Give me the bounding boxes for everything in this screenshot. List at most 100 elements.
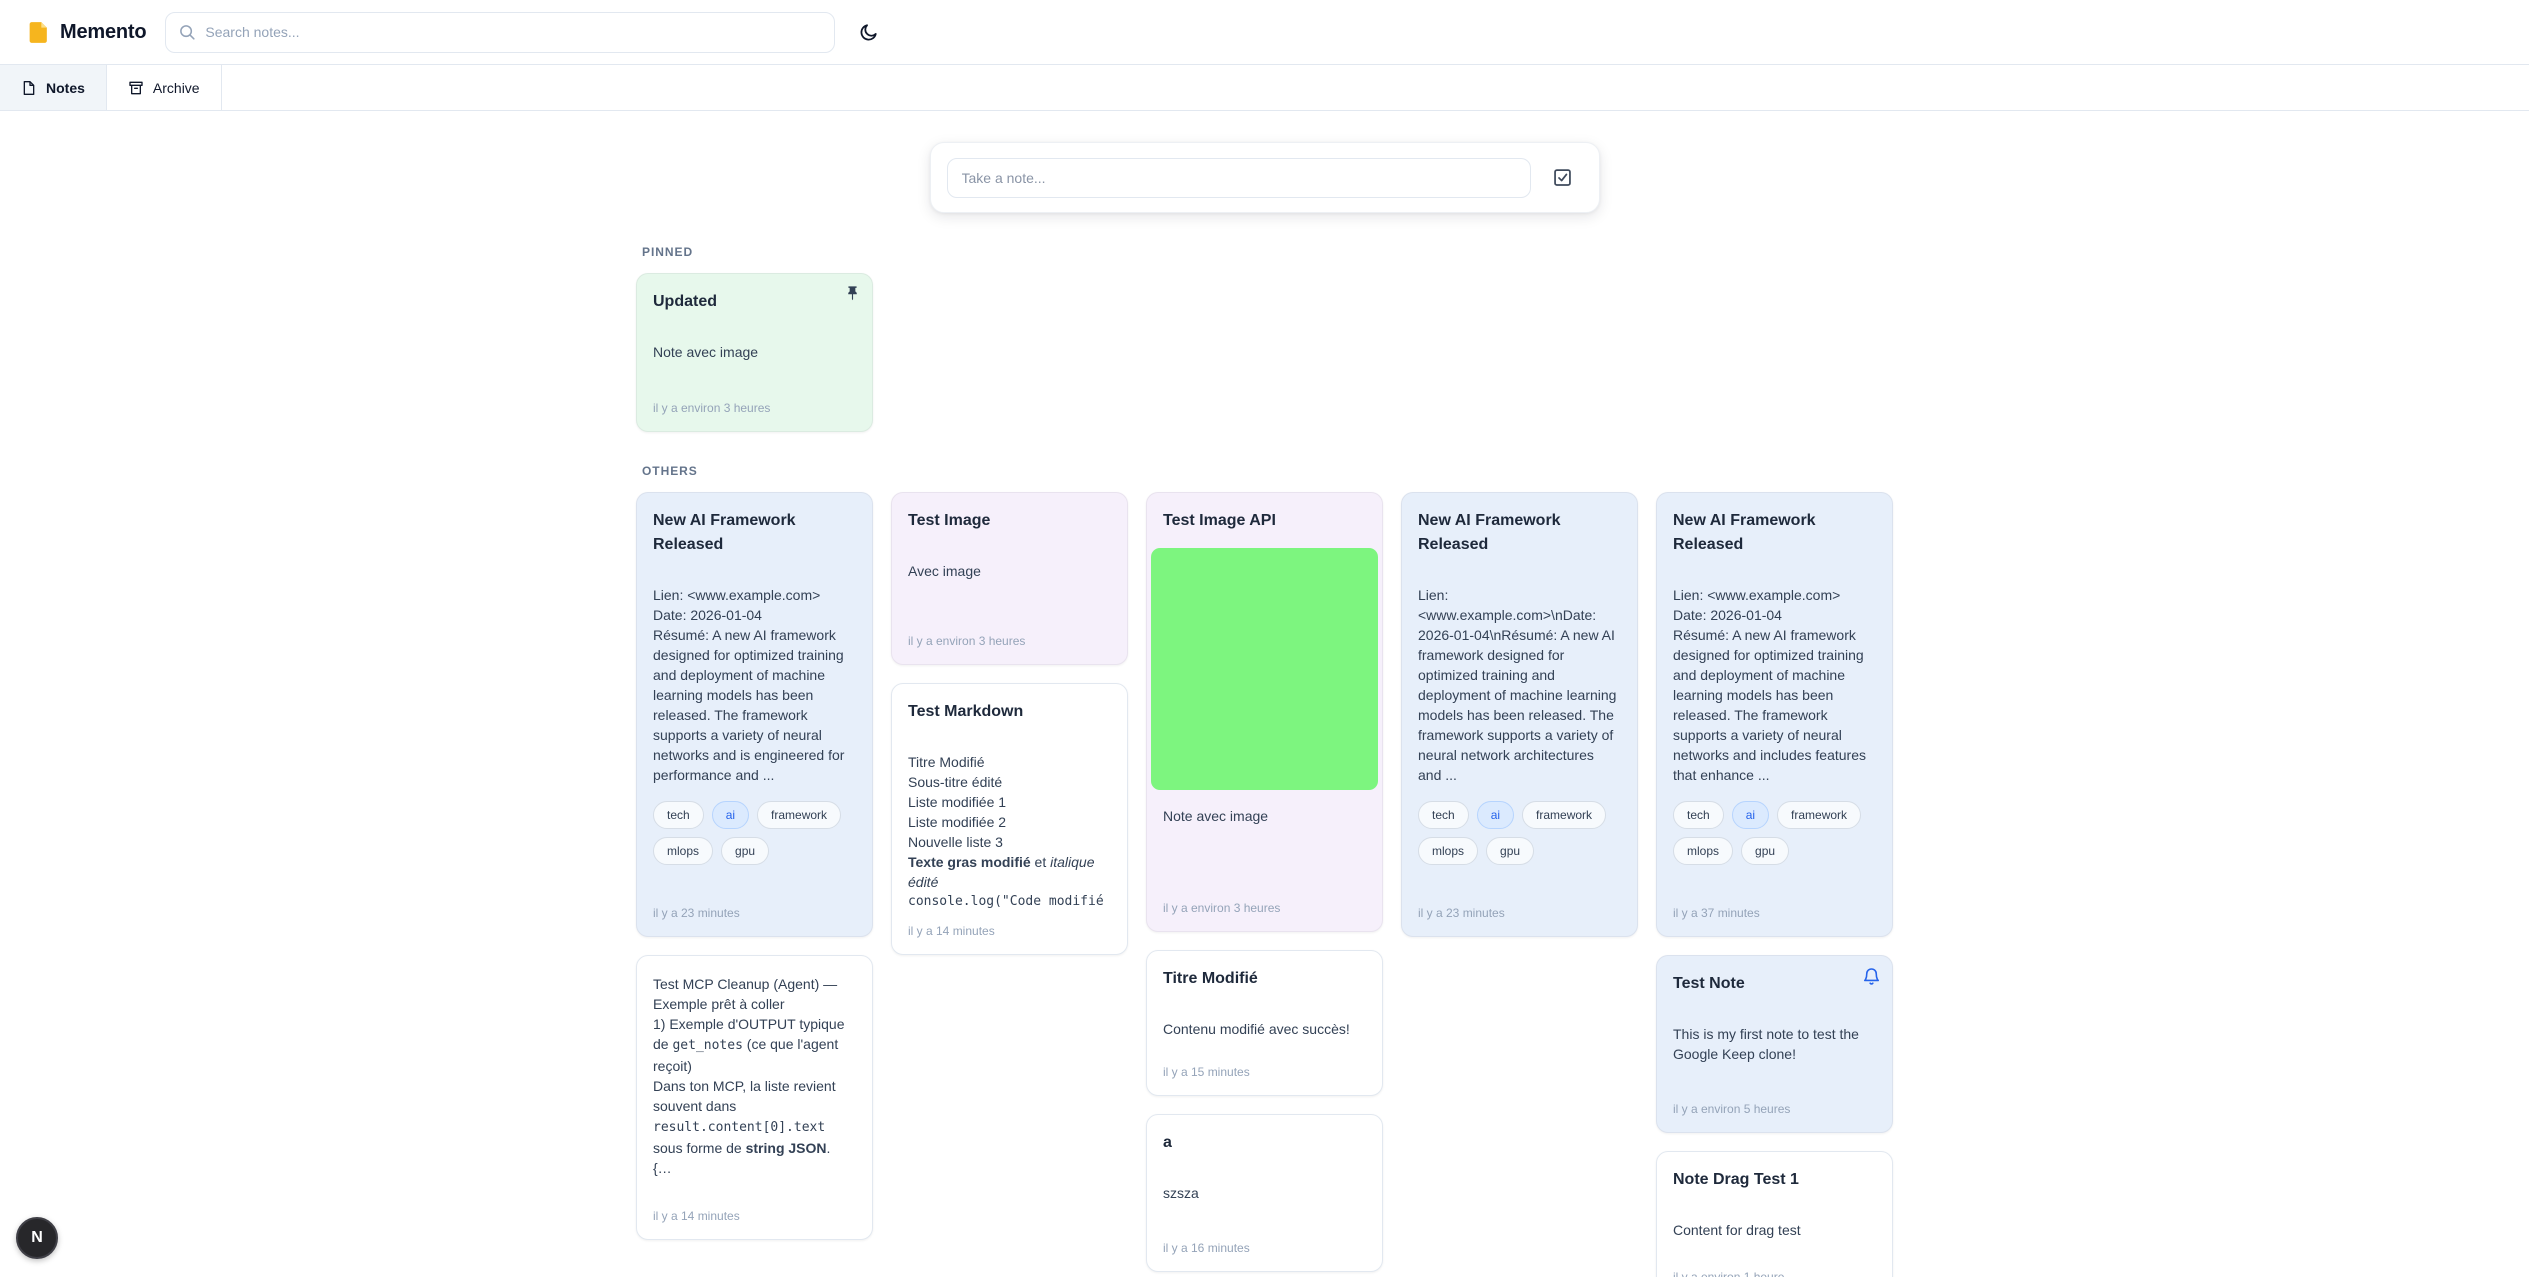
grid-column-1: New AI Framework Released Lien: <www.exa… [636, 492, 873, 1240]
note-title: a [1163, 1131, 1366, 1155]
app-header: Memento [0, 0, 2529, 64]
tag-chip-ai[interactable]: ai [1732, 801, 1769, 829]
app-logo: Memento [26, 20, 146, 45]
note-body: szsza [1163, 1183, 1366, 1203]
note-title: New AI Framework Released [1418, 509, 1621, 557]
note-body: Avec image [908, 561, 1111, 581]
theme-toggle-button[interactable] [854, 18, 883, 47]
tab-notes[interactable]: Notes [0, 65, 107, 110]
user-avatar[interactable]: N [16, 1217, 58, 1259]
tag-chip[interactable]: framework [1522, 801, 1606, 829]
note-body: Lien: <www.example.com> Date: 2026-01-04… [653, 585, 856, 785]
tab-bar: Notes Archive [0, 64, 2529, 111]
main-content: PINNED Updated Note avec image il y a en… [636, 142, 1893, 1277]
note-timestamp: il y a 16 minutes [1163, 1229, 1366, 1255]
tag-chip[interactable]: mlops [1673, 837, 1733, 865]
bell-icon [1862, 967, 1881, 986]
note-title: Test Image API [1163, 509, 1366, 533]
tag-chip[interactable]: gpu [1486, 837, 1534, 865]
grid-column-2: Test Image Avec image il y a environ 3 h… [891, 492, 1128, 955]
note-body: Note avec image [653, 342, 856, 362]
note-body: Note avec image [1163, 806, 1366, 826]
tag-chip[interactable]: framework [1777, 801, 1861, 829]
tag-chip[interactable]: mlops [653, 837, 713, 865]
document-icon [21, 80, 37, 96]
note-timestamp: il y a environ 3 heures [908, 622, 1111, 648]
archive-box-icon [128, 80, 144, 96]
checkbox-check-icon [1552, 167, 1573, 188]
note-title: Titre Modifié [1163, 967, 1366, 991]
note-timestamp: il y a 23 minutes [1418, 894, 1621, 920]
note-title: Updated [653, 290, 856, 314]
tag-chip[interactable]: framework [757, 801, 841, 829]
others-section-label: OTHERS [642, 464, 1893, 478]
note-timestamp: il y a environ 1 heure [1673, 1258, 1876, 1277]
note-card-ai-framework-1[interactable]: New AI Framework Released Lien: <www.exa… [636, 492, 873, 937]
tag-list: tech ai framework mlops gpu [1418, 801, 1621, 865]
tag-list: tech ai framework mlops gpu [1673, 801, 1876, 865]
note-timestamp: il y a 15 minutes [1163, 1053, 1366, 1079]
tab-archive[interactable]: Archive [107, 65, 222, 110]
pushpin-icon [844, 285, 861, 302]
note-card-test-image-api[interactable]: Test Image API Note avec image il y a en… [1146, 492, 1383, 932]
tag-chip[interactable]: gpu [1741, 837, 1789, 865]
note-file-icon [26, 20, 51, 45]
note-timestamp: il y a environ 3 heures [1163, 889, 1366, 915]
note-body: Contenu modifié avec succès! [1163, 1019, 1366, 1039]
note-composer [930, 142, 1600, 213]
grid-column-4: New AI Framework Released Lien: <www.exa… [1401, 492, 1638, 937]
note-card-ai-framework-3[interactable]: New AI Framework Released Lien: <www.exa… [1656, 492, 1893, 937]
note-timestamp: il y a 14 minutes [653, 1197, 856, 1223]
note-body: Test MCP Cleanup (Agent) — Exemple prêt … [653, 974, 856, 1178]
note-card-mcp-cleanup[interactable]: Test MCP Cleanup (Agent) — Exemple prêt … [636, 955, 873, 1240]
note-timestamp: il y a 23 minutes [653, 894, 856, 920]
note-image-green [1151, 548, 1378, 790]
note-timestamp: il y a 14 minutes [908, 912, 1111, 938]
note-card-drag-test[interactable]: Note Drag Test 1 Content for drag test i… [1656, 1151, 1893, 1277]
pinned-section-label: PINNED [642, 245, 1893, 259]
note-body: Lien: <www.example.com>\nDate: 2026-01-0… [1418, 585, 1621, 785]
page-title: Memento [60, 21, 146, 44]
grid-column-3: Test Image API Note avec image il y a en… [1146, 492, 1383, 1272]
tag-chip-ai[interactable]: ai [712, 801, 749, 829]
note-title: New AI Framework Released [1673, 509, 1876, 557]
note-card-test-note[interactable]: Test Note This is my first note to test … [1656, 955, 1893, 1133]
note-timestamp: il y a 37 minutes [1673, 894, 1876, 920]
new-checklist-button[interactable] [1548, 163, 1577, 192]
search-box [165, 12, 835, 53]
tag-chip[interactable]: tech [1673, 801, 1724, 829]
tag-chip[interactable]: tech [1418, 801, 1469, 829]
tag-chip[interactable]: gpu [721, 837, 769, 865]
note-card-a[interactable]: a szsza il y a 16 minutes [1146, 1114, 1383, 1272]
tab-notes-label: Notes [46, 80, 85, 96]
note-timestamp: il y a environ 5 heures [1673, 1090, 1876, 1116]
note-title: Note Drag Test 1 [1673, 1168, 1876, 1192]
tag-chip[interactable]: tech [653, 801, 704, 829]
note-card-test-image[interactable]: Test Image Avec image il y a environ 3 h… [891, 492, 1128, 665]
note-timestamp: il y a environ 3 heures [653, 389, 856, 415]
tag-chip-ai[interactable]: ai [1477, 801, 1514, 829]
moon-icon [858, 22, 879, 43]
note-title: Test Markdown [908, 700, 1111, 724]
note-title: Test Note [1673, 972, 1876, 996]
reminder-button[interactable] [1862, 967, 1881, 986]
notes-grid: New AI Framework Released Lien: <www.exa… [636, 492, 1893, 1277]
note-body: Lien: <www.example.com> Date: 2026-01-04… [1673, 585, 1876, 785]
take-a-note-input[interactable] [947, 158, 1531, 198]
unpin-button[interactable] [844, 285, 861, 302]
note-card-titre-modifie[interactable]: Titre Modifié Contenu modifié avec succè… [1146, 950, 1383, 1096]
note-title: Test Image [908, 509, 1111, 533]
tab-archive-label: Archive [153, 80, 200, 96]
tag-chip[interactable]: mlops [1418, 837, 1478, 865]
tag-list: tech ai framework mlops gpu [653, 801, 856, 865]
search-input[interactable] [205, 24, 822, 40]
search-icon [178, 23, 196, 41]
note-card-ai-framework-2[interactable]: New AI Framework Released Lien: <www.exa… [1401, 492, 1638, 937]
note-card-test-markdown[interactable]: Test Markdown Titre Modifié Sous-titre é… [891, 683, 1128, 955]
note-title: New AI Framework Released [653, 509, 856, 557]
grid-column-5: New AI Framework Released Lien: <www.exa… [1656, 492, 1893, 1277]
note-body: This is my first note to test the Google… [1673, 1024, 1876, 1064]
note-body: Content for drag test [1673, 1220, 1876, 1240]
note-card-updated[interactable]: Updated Note avec image il y a environ 3… [636, 273, 873, 432]
note-body: Titre Modifié Sous-titre édité Liste mod… [908, 752, 1111, 912]
